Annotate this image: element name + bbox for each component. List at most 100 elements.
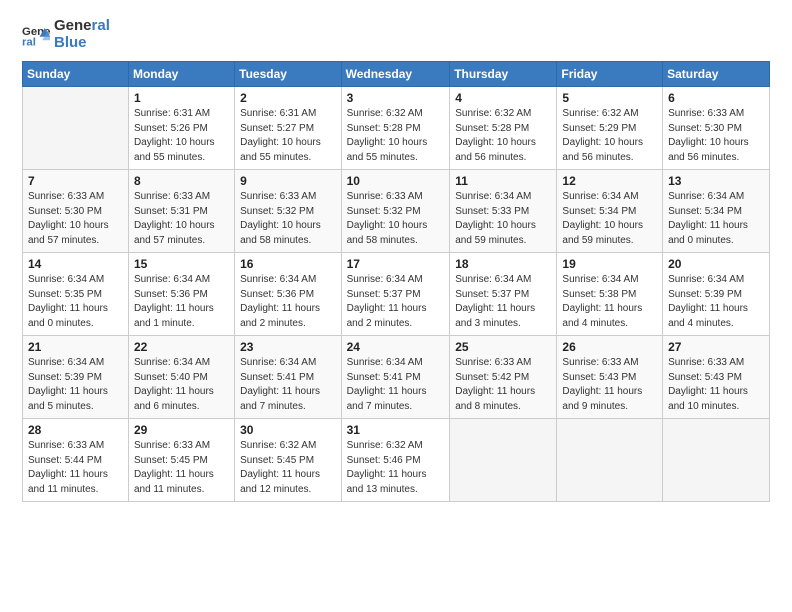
day-info: Sunrise: 6:34 AM Sunset: 5:34 PM Dayligh… [562, 190, 657, 248]
calendar-cell: 29 Sunrise: 6:33 AM Sunset: 5:45 PM Dayli… [128, 419, 234, 502]
day-info: Sunrise: 6:33 AM Sunset: 5:32 PM Dayligh… [347, 190, 445, 248]
day-number: 3 [347, 91, 445, 105]
calendar-cell: 13 Sunrise: 6:34 AM Sunset: 5:34 PM Dayli… [663, 170, 770, 253]
calendar-header-tuesday: Tuesday [235, 62, 341, 87]
day-number: 13 [668, 174, 764, 188]
calendar-cell [23, 87, 129, 170]
day-info: Sunrise: 6:32 AM Sunset: 5:28 PM Dayligh… [455, 107, 551, 165]
day-info: Sunrise: 6:33 AM Sunset: 5:43 PM Dayligh… [668, 356, 764, 414]
calendar-cell: 10Sunrise: 6:33 AM Sunset: 5:32 PM Dayli… [341, 170, 450, 253]
calendar-cell: 25 Sunrise: 6:33 AM Sunset: 5:42 PM Dayli… [450, 336, 557, 419]
calendar-header-friday: Friday [557, 62, 663, 87]
day-info: Sunrise: 6:32 AM Sunset: 5:28 PM Dayligh… [347, 107, 445, 165]
day-number: 8 [134, 174, 229, 188]
logo-icon: Gene ral [22, 21, 50, 49]
day-number: 6 [668, 91, 764, 105]
calendar-cell: 30 Sunrise: 6:32 AM Sunset: 5:45 PM Dayli… [235, 419, 341, 502]
calendar-week-row: 14 Sunrise: 6:34 AM Sunset: 5:35 PM Dayli… [23, 253, 770, 336]
day-number: 26 [562, 340, 657, 354]
logo-text: General Blue [54, 18, 110, 51]
day-info: Sunrise: 6:32 AM Sunset: 5:45 PM Dayligh… [240, 439, 335, 497]
day-number: 5 [562, 91, 657, 105]
calendar-header-saturday: Saturday [663, 62, 770, 87]
calendar-cell: 15Sunrise: 6:34 AM Sunset: 5:36 PM Dayli… [128, 253, 234, 336]
calendar-week-row: 28 Sunrise: 6:33 AM Sunset: 5:44 PM Dayli… [23, 419, 770, 502]
day-info: Sunrise: 6:33 AM Sunset: 5:44 PM Dayligh… [28, 439, 123, 497]
day-number: 11 [455, 174, 551, 188]
calendar-cell [663, 419, 770, 502]
calendar-week-row: 21Sunrise: 6:34 AM Sunset: 5:39 PM Dayli… [23, 336, 770, 419]
day-info: Sunrise: 6:34 AM Sunset: 5:41 PM Dayligh… [240, 356, 335, 414]
day-info: Sunrise: 6:31 AM Sunset: 5:26 PM Dayligh… [134, 107, 229, 165]
day-number: 25 [455, 340, 551, 354]
day-number: 28 [28, 423, 123, 437]
calendar-cell: 24Sunrise: 6:34 AM Sunset: 5:41 PM Dayli… [341, 336, 450, 419]
calendar-cell: 11Sunrise: 6:34 AM Sunset: 5:33 PM Dayli… [450, 170, 557, 253]
day-number: 21 [28, 340, 123, 354]
calendar-header-wednesday: Wednesday [341, 62, 450, 87]
calendar-header-sunday: Sunday [23, 62, 129, 87]
calendar-cell: 23 Sunrise: 6:34 AM Sunset: 5:41 PM Dayli… [235, 336, 341, 419]
day-info: Sunrise: 6:33 AM Sunset: 5:32 PM Dayligh… [240, 190, 335, 248]
calendar-cell: 26 Sunrise: 6:33 AM Sunset: 5:43 PM Dayli… [557, 336, 663, 419]
day-number: 7 [28, 174, 123, 188]
calendar-cell: 28 Sunrise: 6:33 AM Sunset: 5:44 PM Dayli… [23, 419, 129, 502]
day-info: Sunrise: 6:34 AM Sunset: 5:36 PM Dayligh… [134, 273, 229, 331]
day-info: Sunrise: 6:34 AM Sunset: 5:34 PM Dayligh… [668, 190, 764, 248]
day-info: Sunrise: 6:34 AM Sunset: 5:36 PM Dayligh… [240, 273, 335, 331]
calendar-cell: 5 Sunrise: 6:32 AM Sunset: 5:29 PM Daylig… [557, 87, 663, 170]
calendar-cell: 7 Sunrise: 6:33 AM Sunset: 5:30 PM Daylig… [23, 170, 129, 253]
day-number: 27 [668, 340, 764, 354]
calendar-cell: 27 Sunrise: 6:33 AM Sunset: 5:43 PM Dayli… [663, 336, 770, 419]
calendar-table: SundayMondayTuesdayWednesdayThursdayFrid… [22, 61, 770, 502]
day-info: Sunrise: 6:34 AM Sunset: 5:39 PM Dayligh… [668, 273, 764, 331]
day-info: Sunrise: 6:33 AM Sunset: 5:42 PM Dayligh… [455, 356, 551, 414]
day-info: Sunrise: 6:33 AM Sunset: 5:30 PM Dayligh… [668, 107, 764, 165]
calendar-cell: 6 Sunrise: 6:33 AM Sunset: 5:30 PM Daylig… [663, 87, 770, 170]
calendar-cell: 9Sunrise: 6:33 AM Sunset: 5:32 PM Daylig… [235, 170, 341, 253]
calendar-cell: 8 Sunrise: 6:33 AM Sunset: 5:31 PM Daylig… [128, 170, 234, 253]
day-info: Sunrise: 6:34 AM Sunset: 5:40 PM Dayligh… [134, 356, 229, 414]
calendar-cell [557, 419, 663, 502]
day-number: 17 [347, 257, 445, 271]
calendar-cell: 2 Sunrise: 6:31 AM Sunset: 5:27 PM Daylig… [235, 87, 341, 170]
calendar-cell: 3 Sunrise: 6:32 AM Sunset: 5:28 PM Daylig… [341, 87, 450, 170]
day-info: Sunrise: 6:34 AM Sunset: 5:37 PM Dayligh… [455, 273, 551, 331]
day-info: Sunrise: 6:32 AM Sunset: 5:46 PM Dayligh… [347, 439, 445, 497]
calendar-cell: 19Sunrise: 6:34 AM Sunset: 5:38 PM Dayli… [557, 253, 663, 336]
calendar-header-monday: Monday [128, 62, 234, 87]
calendar-cell: 21Sunrise: 6:34 AM Sunset: 5:39 PM Dayli… [23, 336, 129, 419]
day-number: 29 [134, 423, 229, 437]
day-info: Sunrise: 6:34 AM Sunset: 5:37 PM Dayligh… [347, 273, 445, 331]
day-number: 31 [347, 423, 445, 437]
day-info: Sunrise: 6:31 AM Sunset: 5:27 PM Dayligh… [240, 107, 335, 165]
calendar-header-row: SundayMondayTuesdayWednesdayThursdayFrid… [23, 62, 770, 87]
svg-text:ral: ral [22, 36, 36, 48]
day-info: Sunrise: 6:34 AM Sunset: 5:38 PM Dayligh… [562, 273, 657, 331]
day-number: 30 [240, 423, 335, 437]
day-number: 14 [28, 257, 123, 271]
calendar-cell: 16 Sunrise: 6:34 AM Sunset: 5:36 PM Dayli… [235, 253, 341, 336]
day-number: 16 [240, 257, 335, 271]
calendar-cell: 12Sunrise: 6:34 AM Sunset: 5:34 PM Dayli… [557, 170, 663, 253]
day-info: Sunrise: 6:33 AM Sunset: 5:45 PM Dayligh… [134, 439, 229, 497]
day-info: Sunrise: 6:33 AM Sunset: 5:43 PM Dayligh… [562, 356, 657, 414]
day-number: 23 [240, 340, 335, 354]
day-number: 22 [134, 340, 229, 354]
day-info: Sunrise: 6:34 AM Sunset: 5:35 PM Dayligh… [28, 273, 123, 331]
day-number: 18 [455, 257, 551, 271]
calendar-cell: 31 Sunrise: 6:32 AM Sunset: 5:46 PM Dayli… [341, 419, 450, 502]
day-info: Sunrise: 6:34 AM Sunset: 5:41 PM Dayligh… [347, 356, 445, 414]
day-info: Sunrise: 6:33 AM Sunset: 5:31 PM Dayligh… [134, 190, 229, 248]
header: Gene ral General Blue [22, 18, 770, 51]
day-info: Sunrise: 6:33 AM Sunset: 5:30 PM Dayligh… [28, 190, 123, 248]
calendar-cell: 18 Sunrise: 6:34 AM Sunset: 5:37 PM Dayli… [450, 253, 557, 336]
calendar-cell: 20 Sunrise: 6:34 AM Sunset: 5:39 PM Dayli… [663, 253, 770, 336]
day-number: 20 [668, 257, 764, 271]
day-info: Sunrise: 6:32 AM Sunset: 5:29 PM Dayligh… [562, 107, 657, 165]
calendar-cell: 14 Sunrise: 6:34 AM Sunset: 5:35 PM Dayli… [23, 253, 129, 336]
day-number: 4 [455, 91, 551, 105]
logo: Gene ral General Blue [22, 18, 110, 51]
calendar-week-row: 7 Sunrise: 6:33 AM Sunset: 5:30 PM Daylig… [23, 170, 770, 253]
day-number: 2 [240, 91, 335, 105]
